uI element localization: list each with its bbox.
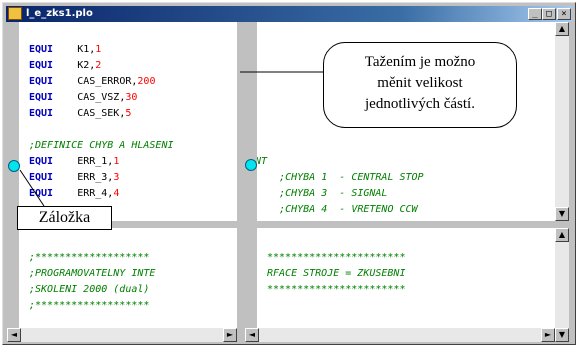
resize-callout: Tažením je možno měnit velikost jednotli…	[323, 42, 517, 128]
bookmark-label: Záložka	[17, 206, 112, 230]
callout-line: měnit velikost	[377, 75, 463, 91]
callout-line: jednotlivých částí.	[365, 96, 475, 112]
bookmark-pointer	[19, 169, 45, 207]
callout-line: Tažením je možno	[364, 54, 476, 70]
